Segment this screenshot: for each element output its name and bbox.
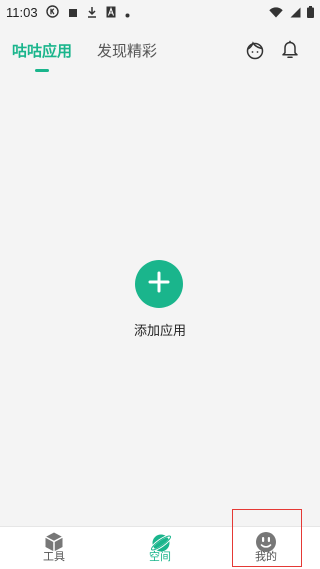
nav-item-mine[interactable]: 我的 <box>226 527 306 569</box>
download-icon <box>87 3 97 22</box>
battery-icon <box>307 3 314 22</box>
tab-gugu-apps[interactable]: 咕咕应用 <box>12 41 72 61</box>
face-avatar-icon <box>245 40 265 64</box>
plus-icon <box>148 271 170 297</box>
app-screen: 11:03 咕咕应用 发现精彩 添加应用 工具 空间 我的 <box>0 0 320 569</box>
status-icons-left <box>45 3 130 22</box>
status-bar: 11:03 <box>0 0 320 24</box>
add-app-label[interactable]: 添加应用 <box>110 320 210 339</box>
font-a-icon <box>106 3 116 22</box>
signal-icon <box>289 3 301 22</box>
k-circle-icon <box>45 3 59 22</box>
add-app-button[interactable] <box>135 260 183 308</box>
status-icons-right <box>269 3 314 22</box>
dot-icon <box>125 3 130 22</box>
square-icon <box>68 3 78 22</box>
nav-label-mine: 我的 <box>255 550 277 563</box>
top-header: 咕咕应用 发现精彩 <box>0 24 320 80</box>
active-tab-indicator <box>35 69 49 72</box>
bell-icon <box>281 40 299 64</box>
status-time: 11:03 <box>6 4 38 20</box>
nav-item-space[interactable]: 空间 <box>120 527 200 569</box>
wifi-icon <box>269 3 283 22</box>
avatar-button[interactable] <box>244 41 266 63</box>
notification-button[interactable] <box>279 40 301 64</box>
nav-label-tools: 工具 <box>43 550 65 563</box>
bottom-nav: 工具 空间 我的 <box>0 526 320 569</box>
tab-discover[interactable]: 发现精彩 <box>97 41 157 61</box>
nav-item-tools[interactable]: 工具 <box>14 527 94 569</box>
nav-label-space: 空间 <box>149 550 171 563</box>
